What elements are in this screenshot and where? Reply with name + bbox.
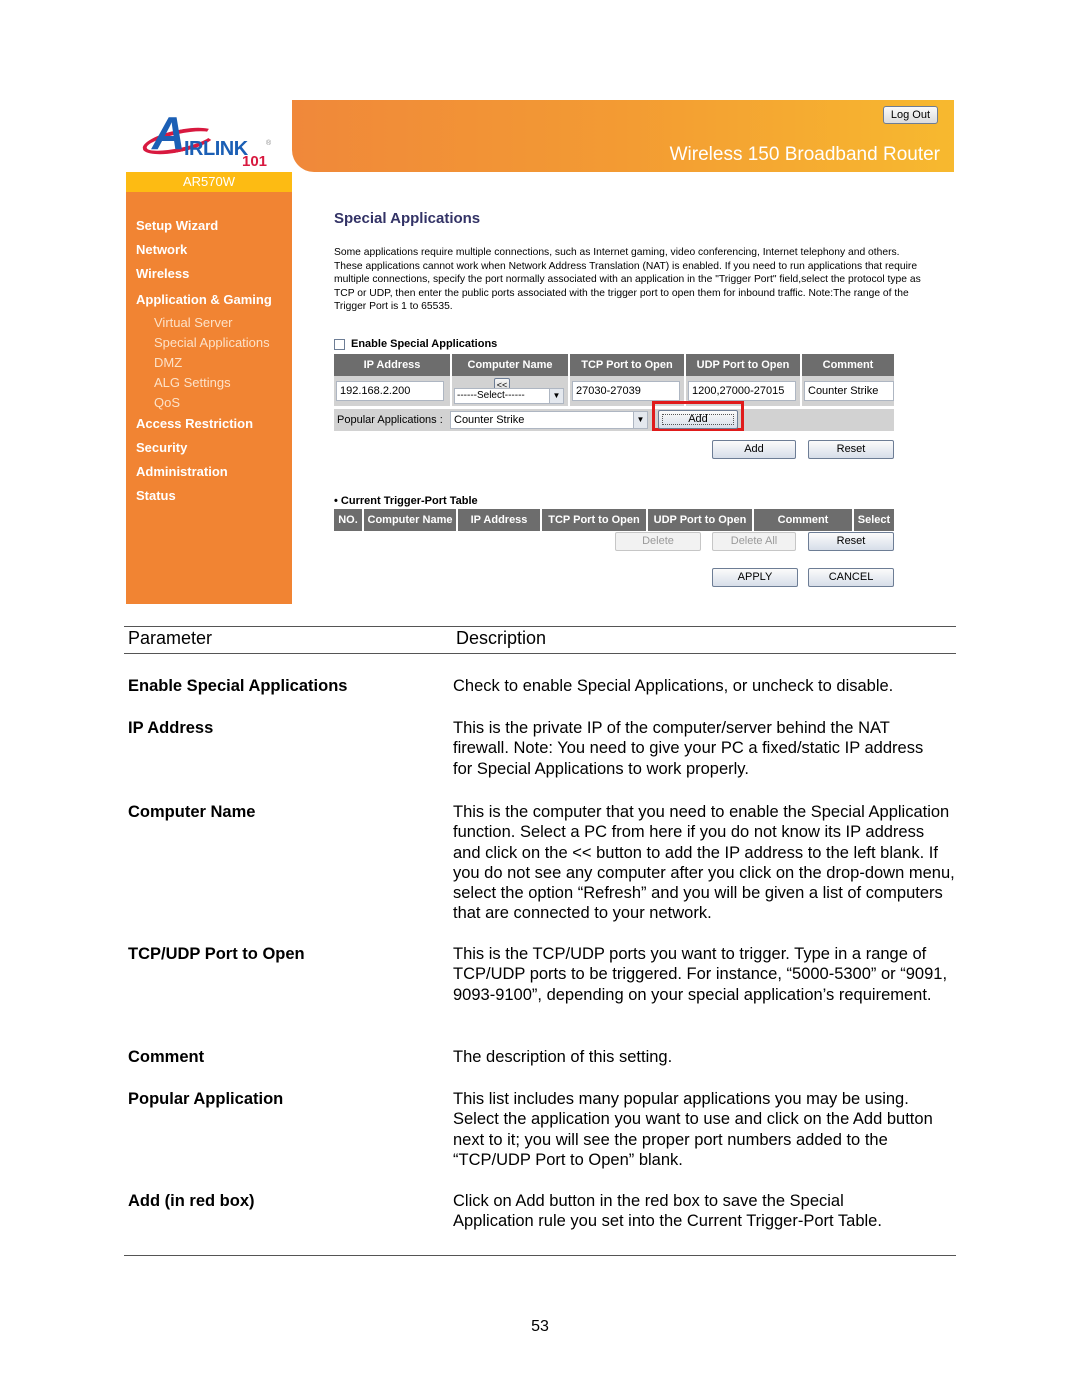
page-title: Special Applications <box>334 210 481 227</box>
chevron-down-icon: ▼ <box>549 389 563 403</box>
sidebar-item-wireless[interactable]: Wireless <box>126 264 292 288</box>
delete-button[interactable]: Delete <box>615 532 701 551</box>
sidebar-item-setup-wizard[interactable]: Setup Wizard <box>126 216 292 240</box>
logo-brand: IRLINK <box>184 138 248 160</box>
header-description: Description <box>456 628 547 648</box>
add-button[interactable]: Add <box>712 440 796 459</box>
intro-text: Some applications require multiple conne… <box>334 247 921 313</box>
desc-add-red-box: Click on Add button in the red box to sa… <box>453 1192 882 1231</box>
table-bottom-rule <box>124 1255 956 1256</box>
desc-popular-application: This list includes many popular applicat… <box>453 1090 933 1169</box>
cancel-button[interactable]: CANCEL <box>808 568 894 587</box>
trigger-table-title: • Current Trigger-Port Table <box>334 495 478 507</box>
udp-port-input[interactable]: 1200,27000-27015 <box>688 381 796 401</box>
header-bottom-rule <box>124 653 956 654</box>
logo-suffix: 101 <box>242 153 268 170</box>
param-add-red-box: Add (in red box) <box>128 1192 255 1210</box>
popular-applications-select[interactable]: Counter Strike ▼ <box>450 411 648 429</box>
trigger-table-header: NO. Computer Name IP Address TCP Port to… <box>334 509 894 531</box>
form-header-row: IP Address Computer Name TCP Port to Ope… <box>334 354 894 376</box>
sidebar-subitem-virtual-server[interactable]: Virtual Server <box>126 314 292 334</box>
trigger-header-select: Select <box>854 509 894 531</box>
header-parameter: Parameter <box>128 628 213 648</box>
header-ip-address: IP Address <box>334 354 452 376</box>
sidebar: Setup Wizard Network Wireless Applicatio… <box>126 192 292 604</box>
header-computer-name: Computer Name <box>452 354 570 376</box>
sidebar-subitem-special-applications[interactable]: Special Applications <box>126 334 292 354</box>
logo-initial: A <box>152 107 185 159</box>
enable-checkbox[interactable] <box>334 338 345 350</box>
header-banner: Log Out Wireless 150 Broadband Router <box>292 100 954 172</box>
header-comment: Comment <box>802 354 894 376</box>
desc-enable-special-applications: Check to enable Special Applications, or… <box>453 677 894 695</box>
banner-title: Wireless 150 Broadband Router <box>669 144 940 165</box>
header-tcp-port: TCP Port to Open <box>570 354 686 376</box>
page-number: 53 <box>531 1318 549 1335</box>
param-computer-name: Computer Name <box>128 803 256 821</box>
logout-button[interactable]: Log Out <box>882 106 938 124</box>
param-comment: Comment <box>128 1048 205 1066</box>
trigger-header-comment: Comment <box>754 509 854 531</box>
sidebar-item-status[interactable]: Status <box>126 486 292 510</box>
desc-ip-address: This is the private IP of the computer/s… <box>453 719 924 778</box>
desc-comment: The description of this setting. <box>453 1048 673 1066</box>
sidebar-subitem-dmz[interactable]: DMZ <box>126 354 292 374</box>
computer-name-select[interactable]: ------Select------ ▼ <box>454 388 564 404</box>
sidebar-item-security[interactable]: Security <box>126 438 292 462</box>
sidebar-item-application-gaming[interactable]: Application & Gaming <box>126 290 292 314</box>
trigger-header-udp-port: UDP Port to Open <box>648 509 754 531</box>
trigger-header-computer-name: Computer Name <box>364 509 458 531</box>
param-enable-special-applications: Enable Special Applications <box>128 677 348 695</box>
trigger-header-ip-address: IP Address <box>458 509 542 531</box>
router-screenshot: A IRLINK ® 101 Log Out Wireless 150 Broa… <box>126 100 954 604</box>
trigger-reset-button[interactable]: Reset <box>808 532 894 551</box>
popular-applications-value: Counter Strike <box>454 414 525 426</box>
sidebar-subitem-qos[interactable]: QoS <box>126 394 292 414</box>
param-tcp-udp-port: TCP/UDP Port to Open <box>128 945 305 963</box>
sidebar-item-access-restriction[interactable]: Access Restriction <box>126 414 292 438</box>
apply-button[interactable]: APPLY <box>712 568 798 587</box>
param-popular-application: Popular Application <box>128 1090 284 1108</box>
trigger-header-tcp-port: TCP Port to Open <box>542 509 648 531</box>
header-udp-port: UDP Port to Open <box>686 354 802 376</box>
delete-all-button[interactable]: Delete All <box>712 532 796 551</box>
main-content: Special Applications Some applications r… <box>334 210 954 314</box>
popular-applications-label: Popular Applications : <box>337 414 443 426</box>
sidebar-item-network[interactable]: Network <box>126 240 292 264</box>
popular-add-button[interactable]: Add <box>658 410 738 429</box>
chevron-down-icon: ▼ <box>633 412 647 428</box>
enable-special-applications[interactable]: Enable Special Applications <box>334 338 497 350</box>
param-ip-address: IP Address <box>128 719 214 737</box>
sidebar-item-administration[interactable]: Administration <box>126 462 292 486</box>
airlink-logo: A IRLINK ® 101 <box>126 100 292 172</box>
special-app-form: IP Address Computer Name TCP Port to Ope… <box>334 354 894 459</box>
reset-button[interactable]: Reset <box>808 440 894 459</box>
logo-registered: ® <box>266 140 272 147</box>
computer-name-value: ------Select------ <box>457 390 525 401</box>
desc-tcp-udp-port: This is the TCP/UDP ports you want to tr… <box>453 945 948 1004</box>
form-input-row: 192.168.2.200 << ------Select------ ▼ 27… <box>334 376 894 406</box>
desc-computer-name: This is the computer that you need to en… <box>453 803 955 923</box>
trigger-header-no: NO. <box>334 509 364 531</box>
ip-address-input[interactable]: 192.168.2.200 <box>336 381 444 401</box>
table-top-rule <box>124 626 956 627</box>
enable-label: Enable Special Applications <box>351 338 498 350</box>
tcp-port-input[interactable]: 27030-27039 <box>572 381 680 401</box>
popular-applications-row: Popular Applications : Counter Strike ▼ … <box>334 401 894 431</box>
sidebar-subitem-alg-settings[interactable]: ALG Settings <box>126 374 292 394</box>
model-label: AR570W <box>126 172 292 192</box>
comment-input[interactable]: Counter Strike <box>804 381 894 401</box>
